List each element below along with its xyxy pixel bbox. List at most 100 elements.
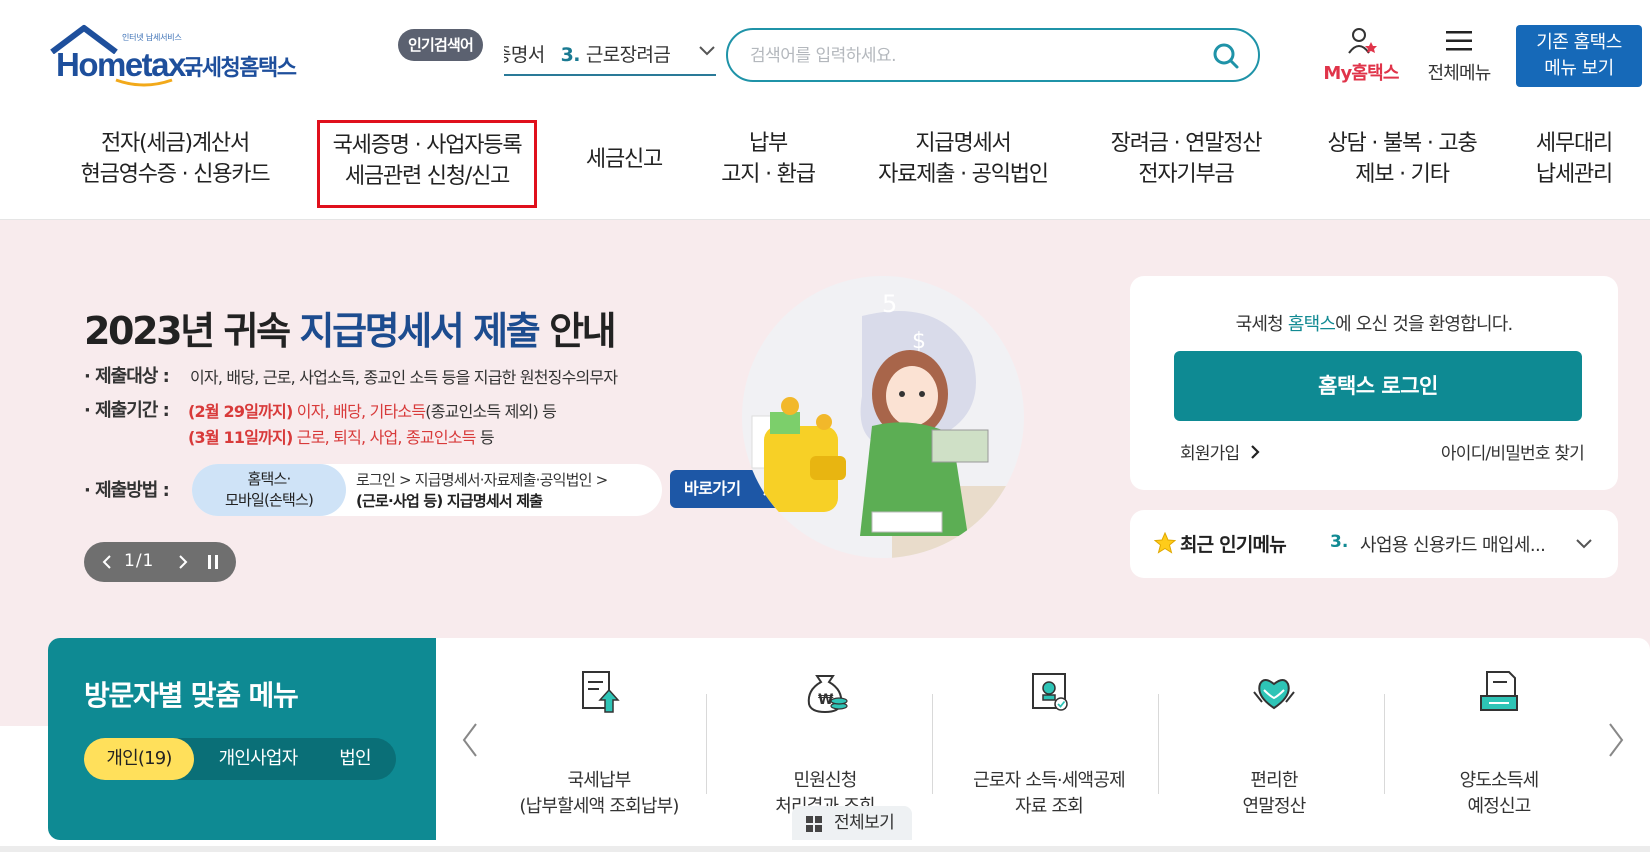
nav-payment-statement[interactable]: 지급명세서 자료제출 · 공익법인 — [866, 128, 1060, 198]
nav-payment[interactable]: 납부 고지 · 환급 — [708, 128, 828, 198]
quick-divider — [706, 694, 707, 794]
quick-divider — [1158, 694, 1159, 794]
grid-icon — [806, 816, 822, 832]
visitor-tabs: 개인(19) 개인사업자 법인 — [84, 738, 396, 780]
period-line-2: (3월 11일까지) 근로, 퇴직, 사업, 종교인소득 등 — [188, 424, 495, 448]
search-input[interactable] — [750, 42, 1190, 70]
find-id-password-link[interactable]: 아이디/비밀번호 찾기 — [1441, 439, 1585, 464]
method-pill-line1: 홈택스· — [247, 470, 292, 488]
banner-pause-button[interactable] — [198, 542, 228, 582]
hometax-logo[interactable]: 인터넷 납세서비스 Hometax. 국세청홈택스 — [50, 24, 320, 90]
quick-item-tax-payment[interactable]: 국세납부 (납부할세액 조회납부) — [486, 668, 712, 817]
nav-consultation[interactable]: 상담 · 불복 · 고충 제보 · 기타 — [1314, 128, 1490, 198]
banner-illustration: 5 $ — [742, 276, 1024, 558]
nav-label-line1: 국세증명 · 사업자등록 — [332, 133, 523, 158]
pause-icon — [208, 555, 218, 569]
quick-item-label: 근로자 소득·세액공제 자료 조회 — [936, 768, 1162, 820]
nav-tax-agent[interactable]: 세무대리 납세관리 — [1524, 128, 1624, 198]
quick-item-civil-request[interactable]: ₩ 민원신청 처리결과 조회 — [712, 668, 938, 817]
svg-text:5: 5 — [882, 290, 897, 318]
search-icon[interactable] — [1212, 42, 1240, 70]
logo-subtitle: 인터넷 납세서비스 — [122, 33, 182, 42]
quick-item-label: 양도소득세 예정신고 — [1386, 768, 1612, 820]
method-pill-line2: 모바일(손택스) — [224, 491, 314, 509]
svg-text:$: $ — [912, 329, 926, 354]
legacy-menu-button[interactable]: 기존 홈택스 메뉴 보기 — [1516, 25, 1642, 87]
banner-next-button[interactable] — [172, 542, 196, 582]
chevron-down-icon[interactable] — [1576, 538, 1592, 550]
banner-pager: 1/1 — [84, 542, 236, 582]
method-pill: 홈택스· 모바일(손택스) — [192, 464, 346, 516]
logo-korean-name: 국세청홈택스 — [183, 56, 297, 81]
nav-e-invoice[interactable]: 전자(세금)계산서 현금영수증 · 신용카드 — [68, 128, 282, 198]
join-label: 회원가입 — [1180, 444, 1240, 464]
nav-label-line2: 세금관련 신청/신고 — [344, 164, 511, 189]
tab-sole-proprietor[interactable]: 개인사업자 — [200, 738, 316, 780]
period-date-1: (2월 29일까지) — [188, 402, 293, 421]
tab-individual[interactable]: 개인(19) — [84, 738, 194, 780]
star-icon — [1154, 532, 1176, 554]
my-hometax-button[interactable]: My홈택스 — [1318, 26, 1404, 86]
nav-label-line2: 제보 · 기타 — [1355, 162, 1450, 187]
user-star-icon — [1348, 28, 1377, 54]
quick-label-line2: 자료 조회 — [1015, 796, 1084, 817]
period-line-1: (2월 29일까지) 이자, 배당, 기타소득(종교인소득 제외) 등 — [188, 398, 557, 422]
carousel-prev-icon[interactable] — [458, 720, 482, 760]
quick-label-line2: (납부할세액 조회납부) — [519, 796, 679, 817]
target-label: · 제출대상 : — [84, 366, 170, 387]
nav-label-line1: 장려금 · 연말정산 — [1110, 131, 1263, 156]
login-card: 국세청 홈택스에 오신 것을 환영합니다. 홈택스 로그인 회원가입 아이디/비… — [1130, 276, 1618, 490]
nav-certificate-registration[interactable]: 국세증명 · 사업자등록 세금관련 신청/신고 — [317, 120, 537, 208]
visitor-menu-panel: 방문자별 맞춤 메뉴 개인(19) 개인사업자 법인 — [48, 638, 436, 840]
quick-item-year-end-settlement[interactable]: 편리한 연말정산 — [1161, 668, 1387, 817]
ticker-rank: 3. — [560, 44, 581, 66]
chevron-down-icon[interactable] — [698, 44, 716, 58]
join-link[interactable]: 회원가입 — [1180, 439, 1260, 464]
quick-item-deduction-data[interactable]: 근로자 소득·세액공제 자료 조회 — [936, 668, 1162, 817]
quick-item-label: 편리한 연말정산 — [1161, 768, 1387, 820]
main-navigation: 전자(세금)계산서 현금영수증 · 신용카드 국세증명 · 사업자등록 세금관련… — [0, 112, 1650, 220]
logo-swoosh-icon — [115, 78, 173, 87]
chevron-right-icon — [1251, 445, 1260, 459]
nav-label-line1: 납부 — [748, 131, 788, 156]
popular-search-badge: 인기검색어 — [398, 29, 484, 61]
legacy-menu-line2: 메뉴 보기 — [1544, 58, 1614, 79]
popular-search-ticker[interactable]: 증명서 3.근로장려금 — [504, 30, 716, 76]
quick-menu-carousel: 국세납부 (납부할세액 조회납부) ₩ 민원신청 처리결과 조회 근로자 소득·… — [436, 638, 1650, 840]
quick-item-label: 국세납부 (납부할세액 조회납부) — [486, 768, 712, 820]
period-items-2: 근로, 퇴직, 사업, 종교인소득 — [292, 428, 477, 447]
ticker-item: 근로장려금 — [585, 44, 671, 66]
quick-item-transfer-tax[interactable]: 양도소득세 예정신고 — [1386, 668, 1612, 817]
quick-divider — [932, 694, 933, 794]
login-button[interactable]: 홈택스 로그인 — [1174, 351, 1582, 421]
woman-with-wallet-illustration: 5 $ — [751, 290, 1024, 558]
all-menu-label: 전체메뉴 — [1427, 63, 1491, 84]
banner-title-part: 2023년 귀속 — [84, 309, 300, 353]
view-all-button[interactable]: 전체보기 — [792, 806, 912, 840]
all-menu-button[interactable]: 전체메뉴 — [1420, 26, 1498, 86]
method-box: 홈택스· 모바일(손택스) 로그인 > 지급명세서·자료제출·공익법인 > (근… — [192, 464, 662, 516]
period-note-2: 등 — [475, 428, 495, 447]
nav-tax-filing[interactable]: 세금신고 — [570, 144, 678, 214]
period-label: · 제출기간 : — [84, 400, 170, 421]
nav-label-line1: 상담 · 불복 · 고충 — [1327, 131, 1478, 156]
header: 인터넷 납세서비스 Hometax. 국세청홈택스 인기검색어 증명서 3.근로장… — [0, 0, 1650, 112]
nav-label-line2: 납세관리 — [1535, 162, 1613, 187]
ticker-text: 증명서 3.근로장려금 — [504, 40, 671, 67]
banner-page-count: 1/1 — [124, 551, 155, 571]
welcome-part: 에 오신 것을 환영합니다. — [1335, 314, 1513, 335]
nav-label-line1: 지급명세서 — [915, 131, 1011, 156]
method-path-line1: 로그인 > 지급명세서·자료제출·공익법인 > — [356, 471, 608, 489]
visitor-menu-title: 방문자별 맞춤 메뉴 — [84, 679, 299, 712]
welcome-message: 국세청 홈택스에 오신 것을 환영합니다. — [1130, 310, 1618, 336]
nav-incentive-settlement[interactable]: 장려금 · 연말정산 전자기부금 — [1098, 128, 1274, 198]
quick-label-line1: 국세납부 — [567, 770, 631, 791]
chevron-left-icon — [102, 555, 111, 569]
horizontal-scrollbar[interactable] — [0, 846, 1650, 852]
carousel-next-icon[interactable] — [1604, 720, 1628, 760]
welcome-highlight: 홈택스 — [1287, 314, 1336, 335]
tab-corporation[interactable]: 법인 — [320, 738, 390, 780]
view-all-label: 전체보기 — [834, 813, 895, 833]
banner-prev-button[interactable] — [96, 542, 120, 582]
popular-menu-card[interactable]: 최근 인기메뉴 3. 사업용 신용카드 매입세... — [1130, 510, 1618, 578]
